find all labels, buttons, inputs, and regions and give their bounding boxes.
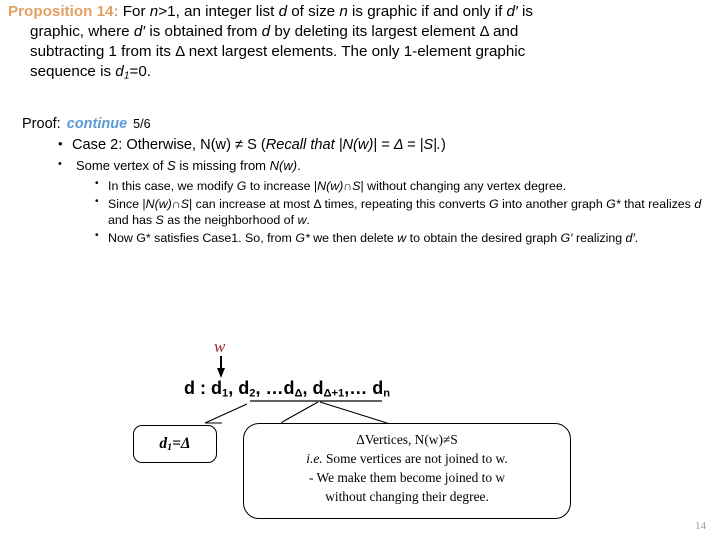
seq-t2: , …d [255,378,295,398]
box-left-text: d1=Δ [159,435,190,453]
proof-label: Proof: [22,116,61,132]
proof-bullet-list: Case 2: Otherwise, N(w) ≠ S (Recall that… [0,135,720,248]
leader-left [204,403,248,424]
sub-bullet-now: Now G* satisfies Case1. So, from G* we t… [95,230,708,247]
callout-line-4: without changing their degree. [325,489,489,505]
callout-ie: i.e. [306,451,323,467]
sb0-b: to increase | [246,179,318,194]
sb1-var-G: G [489,197,499,212]
sb2-d: realizing [572,230,626,245]
proof-progress: 5/6 [133,117,151,131]
prop-var-dprime: d′ [506,3,518,20]
sb1-a: Since | [108,197,146,212]
prop-var-d2: d [261,23,271,41]
proposition-block: Proposition 14: For n>1, an integer list… [8,2,708,83]
sb0-var-G: G [236,179,247,194]
proposition-line-2: graphic, where d′ is obtained from d by … [8,22,708,42]
sb0-c: | without changing any vertex degree. [360,179,567,194]
sb1-b: | can increase at most Δ times, repeatin… [188,197,490,212]
prop-t2: >1, an integer list [158,3,279,20]
callout-delta-vertices: ΔVertices, N(w)≠S i.e. Some vertices are… [243,423,571,519]
prop-var-d: d [278,3,288,20]
missing-text-c: . [297,158,301,174]
callout-line-3: - We make them become joined to w [308,470,506,486]
seq-t3: , d [302,378,324,398]
sb2-a: Now G* satisfies Case1. So, from [108,230,296,245]
callout-line-2: i.e. Some vertices are not joined to w. [244,449,570,468]
seq-t1: , d [228,378,250,398]
prop-var-d3: d1 [115,63,129,82]
missing-var-N: N(w) [269,158,298,174]
seq-prefix: d : d [184,378,222,398]
sb0-var-NS: N(w)∩S [317,179,361,194]
prop-var-n2: n [339,3,348,20]
prop-var-dprime2: d′ [133,23,146,41]
missing-text-a: Some vertex of [76,158,168,174]
prop-t3: of size [287,3,340,20]
bullet-some-vertex: Some vertex of S is missing from N(w). [58,157,720,175]
missing-text-b: is missing from [175,158,270,174]
seq-t4: ,… d [344,378,384,398]
sub-bullet-group: In this case, we modify G to increase |N… [95,178,720,247]
sb1-e: and has [108,212,156,227]
sb2-var-Gstar: G* [295,230,310,245]
sb2-var-Gprime: G′ [560,230,573,245]
bullet-case-2: Case 2: Otherwise, N(w) ≠ S (Recall that… [58,135,720,155]
degree-sequence: d : d1, d2, …dΔ, dΔ+1,… dn [184,379,390,400]
seq-sub-delta-plus-1: Δ+1 [323,387,345,400]
callout-line-2-rest: Some vertices are not joined to w. [322,451,508,467]
proposition-line-4: sequence is d1=0. [8,62,708,83]
proposition-label: Proposition 14: [8,3,119,20]
callout-line-1: ΔVertices, N(w)≠S [356,432,458,447]
w-arrow-icon [217,356,225,378]
sub-bullet-since: Since |N(w)∩S| can increase at most Δ ti… [95,196,708,229]
sb1-d: that realizes [620,197,695,212]
sb1-g: . [306,212,310,227]
box-left-a: d [159,434,168,452]
prop-t6: graphic, where [30,23,134,41]
sb2-c: to obtain the desired graph [406,230,561,245]
prop-var-n: n [149,3,159,20]
sb1-c: into another graph [498,197,607,212]
prop-t4: is graphic if and only if [347,3,507,20]
seq-sub-n: n [383,387,391,400]
prop-t9: sequence is [30,63,116,81]
sb2-var-dprime: d′ [625,230,635,245]
vertex-w-label: w [214,337,226,356]
proposition-line-3: subtracting 1 from its Δ next largest el… [30,43,526,61]
case2-text-b: ) [441,137,446,153]
sb1-var-NS: N(w)∩S [145,197,189,212]
callout-d1-equals-delta: d1=Δ [133,425,217,463]
prop-d3-base: d [115,63,124,81]
case2-recall-note: Recall that |N(w)| = Δ = |S|. [265,137,441,153]
slide-canvas: Proposition 14: For n>1, an integer list… [0,0,720,540]
case2-text-a: Case 2: Otherwise, N(w) ≠ S ( [72,137,266,153]
missing-var-S: S [167,158,176,174]
leader-right-long [319,401,520,425]
sb2-e: . [634,230,639,245]
prop-t8: by deleting its largest element Δ and [270,23,519,41]
sb1-f: as the neighborhood of [163,212,298,227]
prop-t1: For [122,3,150,20]
prop-t10: =0. [129,63,152,81]
box-left-b: =Δ [172,434,191,452]
sb1-var-S: S [155,212,164,227]
sb1-var-Gstar: G* [606,197,621,212]
prop-t7: is obtained from [145,23,262,41]
proof-continue-label: continue [66,116,128,132]
proof-header: Proof: continue 5/6 [22,116,151,132]
sub-bullet-modify: In this case, we modify G to increase |N… [95,178,708,195]
sb2-b: we then delete [309,230,398,245]
sb1-var-d: d [694,197,702,212]
sb2-var-w: w [397,230,407,245]
page-number: 14 [695,520,706,532]
prop-t5: is [517,3,534,20]
sb0-a: In this case, we modify [108,179,237,194]
